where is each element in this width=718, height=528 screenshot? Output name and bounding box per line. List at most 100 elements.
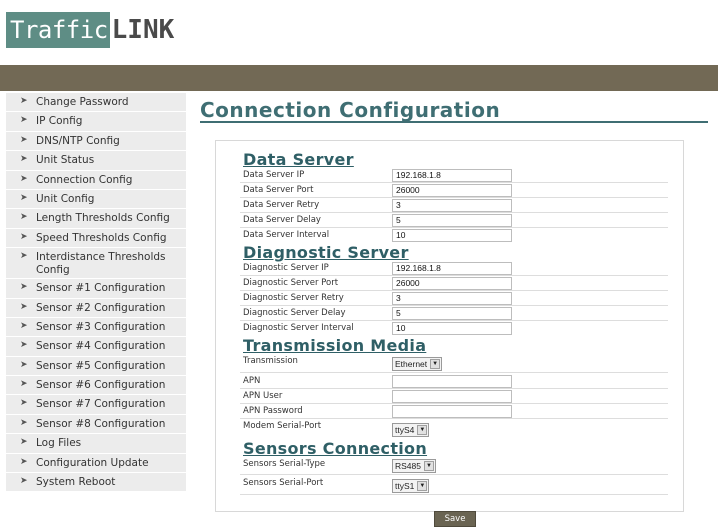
sidebar-item-sensor-8[interactable]: ➤ Sensor #8 Configuration [6,414,186,435]
row-divider [240,227,668,228]
sidebar-item-sensor-1[interactable]: ➤ Sensor #1 Configuration [6,279,186,299]
data-server-retry-input[interactable]: 3 [392,199,512,212]
row-divider [240,474,668,475]
chevron-right-icon: ➤ [20,96,28,106]
sidebar-item-configuration-update[interactable]: ➤ Configuration Update [6,453,186,474]
sidebar-item-sensor-3[interactable]: ➤ Sensor #3 Configuration [6,317,186,338]
sidebar-item-change-password[interactable]: ➤ Change Password [6,93,186,113]
sidebar-item-label: Interdistance Thresholds Config [36,251,166,276]
transmission-select-value: Ethernet [395,359,428,369]
chevron-right-icon: ➤ [20,398,28,409]
diagnostic-server-ip-input[interactable]: 192.168.1.8 [392,262,512,275]
sidebar-item-speed-thresholds[interactable]: ➤ Speed Thresholds Config [6,228,186,249]
title-underline [200,121,708,123]
chevron-right-icon: ➤ [20,173,28,184]
row-divider [240,290,668,291]
chevron-right-icon: ➤ [20,115,28,126]
chevron-right-icon: ➤ [20,301,28,312]
diagnostic-server-retry-input[interactable]: 3 [392,292,512,305]
sidebar-item-label: Sensor #6 Configuration [36,379,166,392]
chevron-down-icon[interactable]: ▼ [417,481,428,491]
apn-user-input[interactable] [392,390,512,403]
row-divider [240,275,668,276]
section-title-data-server: Data Server [243,150,354,169]
sidebar-item-label: Unit Config [36,192,95,205]
sidebar-item-sensor-4[interactable]: ➤ Sensor #4 Configuration [6,337,186,357]
row-divider [240,372,668,373]
sidebar-item-unit-status[interactable]: ➤ Unit Status [6,151,186,171]
field-label: Data Server Delay [243,215,321,225]
page-title: Connection Configuration [200,98,501,122]
data-server-interval-input[interactable]: 10 [392,229,512,242]
logo-traffic-text: Traffic [6,12,110,48]
apn-input[interactable] [392,375,512,388]
field-label: Modem Serial-Port [243,421,322,431]
field-label: Diagnostic Server IP [243,263,329,273]
sidebar-item-label: Sensor #1 Configuration [36,282,166,295]
field-label: Diagnostic Server Retry [243,293,344,303]
sidebar-item-sensor-7[interactable]: ➤ Sensor #7 Configuration [6,395,186,415]
sidebar-item-sensor-6[interactable]: ➤ Sensor #6 Configuration [6,376,186,396]
field-label: Data Server IP [243,170,305,180]
sidebar-item-label: System Reboot [36,476,116,489]
data-server-delay-input[interactable]: 5 [392,214,512,227]
sidebar-item-log-files[interactable]: ➤ Log Files [6,434,186,454]
modem-serial-port-value: ttyS4 [395,425,415,435]
sidebar-item-label: Unit Status [36,154,95,167]
sidebar-item-label: Sensor #5 Configuration [36,359,166,372]
field-label: Sensors Serial-Port [243,478,324,488]
chevron-down-icon[interactable]: ▼ [430,359,441,369]
save-button[interactable]: Save [434,511,476,527]
field-label: Data Server Port [243,185,314,195]
chevron-down-icon[interactable]: ▼ [417,425,428,435]
data-server-ip-input[interactable]: 192.168.1.8 [392,169,512,182]
field-label: APN Password [243,406,303,416]
chevron-right-icon: ➤ [20,456,28,467]
modem-serial-port-select[interactable]: ttyS4 ▼ [392,423,430,437]
sidebar-item-length-thresholds[interactable]: ➤ Length Thresholds Config [6,209,186,229]
apn-password-input[interactable] [392,405,512,418]
logo-link-text: LINK [111,15,175,45]
sidebar-item-connection-config[interactable]: ➤ Connection Config [6,170,186,190]
diagnostic-server-port-input[interactable]: 26000 [392,277,512,290]
row-divider [240,388,668,389]
sidebar-item-system-reboot[interactable]: ➤ System Reboot [6,473,186,493]
section-title-sensors-connection: Sensors Connection [243,439,428,458]
sensors-serial-port-select[interactable]: ttyS1 ▼ [392,479,430,493]
header-bar [0,65,718,91]
chevron-right-icon: ➤ [20,359,28,370]
sidebar-item-label: Sensor #2 Configuration [36,301,166,314]
field-label: Transmission [243,356,298,366]
row-divider [240,403,668,404]
chevron-right-icon: ➤ [20,417,28,428]
chevron-right-icon: ➤ [20,134,28,145]
diagnostic-server-interval-input[interactable]: 10 [392,322,512,335]
sidebar-item-label: Connection Config [36,173,133,186]
sidebar-item-unit-config[interactable]: ➤ Unit Config [6,189,186,210]
chevron-right-icon: ➤ [20,192,28,203]
field-label: Data Server Retry [243,200,320,210]
sensors-serial-type-value: RS485 [395,461,421,471]
sidebar-item-label: Change Password [36,96,129,108]
sidebar-item-sensor-2[interactable]: ➤ Sensor #2 Configuration [6,298,186,318]
sidebar-item-interdistance-thresholds[interactable]: ➤ Interdistance Thresholds Config [6,248,186,280]
row-divider [240,197,668,198]
chevron-down-icon[interactable]: ▼ [424,461,434,471]
sidebar-item-dns-ntp-config[interactable]: ➤ DNS/NTP Config [6,131,186,152]
chevron-right-icon: ➤ [20,437,28,448]
chevron-right-icon: ➤ [20,282,28,293]
field-label: Diagnostic Server Port [243,278,339,288]
diagnostic-server-delay-input[interactable]: 5 [392,307,512,320]
sidebar-item-label: Configuration Update [36,456,149,469]
sidebar-item-sensor-5[interactable]: ➤ Sensor #5 Configuration [6,356,186,377]
transmission-select[interactable]: Ethernet ▼ [392,357,443,371]
row-divider [240,212,668,213]
chevron-right-icon: ➤ [20,212,28,223]
sensors-serial-port-value: ttyS1 [395,481,415,491]
sensors-serial-type-select[interactable]: RS485 ▼ [392,459,436,473]
field-label: APN User [243,391,283,401]
field-label: Diagnostic Server Interval [243,323,354,333]
sidebar-item-ip-config[interactable]: ➤ IP Config [6,112,186,132]
data-server-port-input[interactable]: 26000 [392,184,512,197]
sidebar-item-label: DNS/NTP Config [36,134,120,147]
